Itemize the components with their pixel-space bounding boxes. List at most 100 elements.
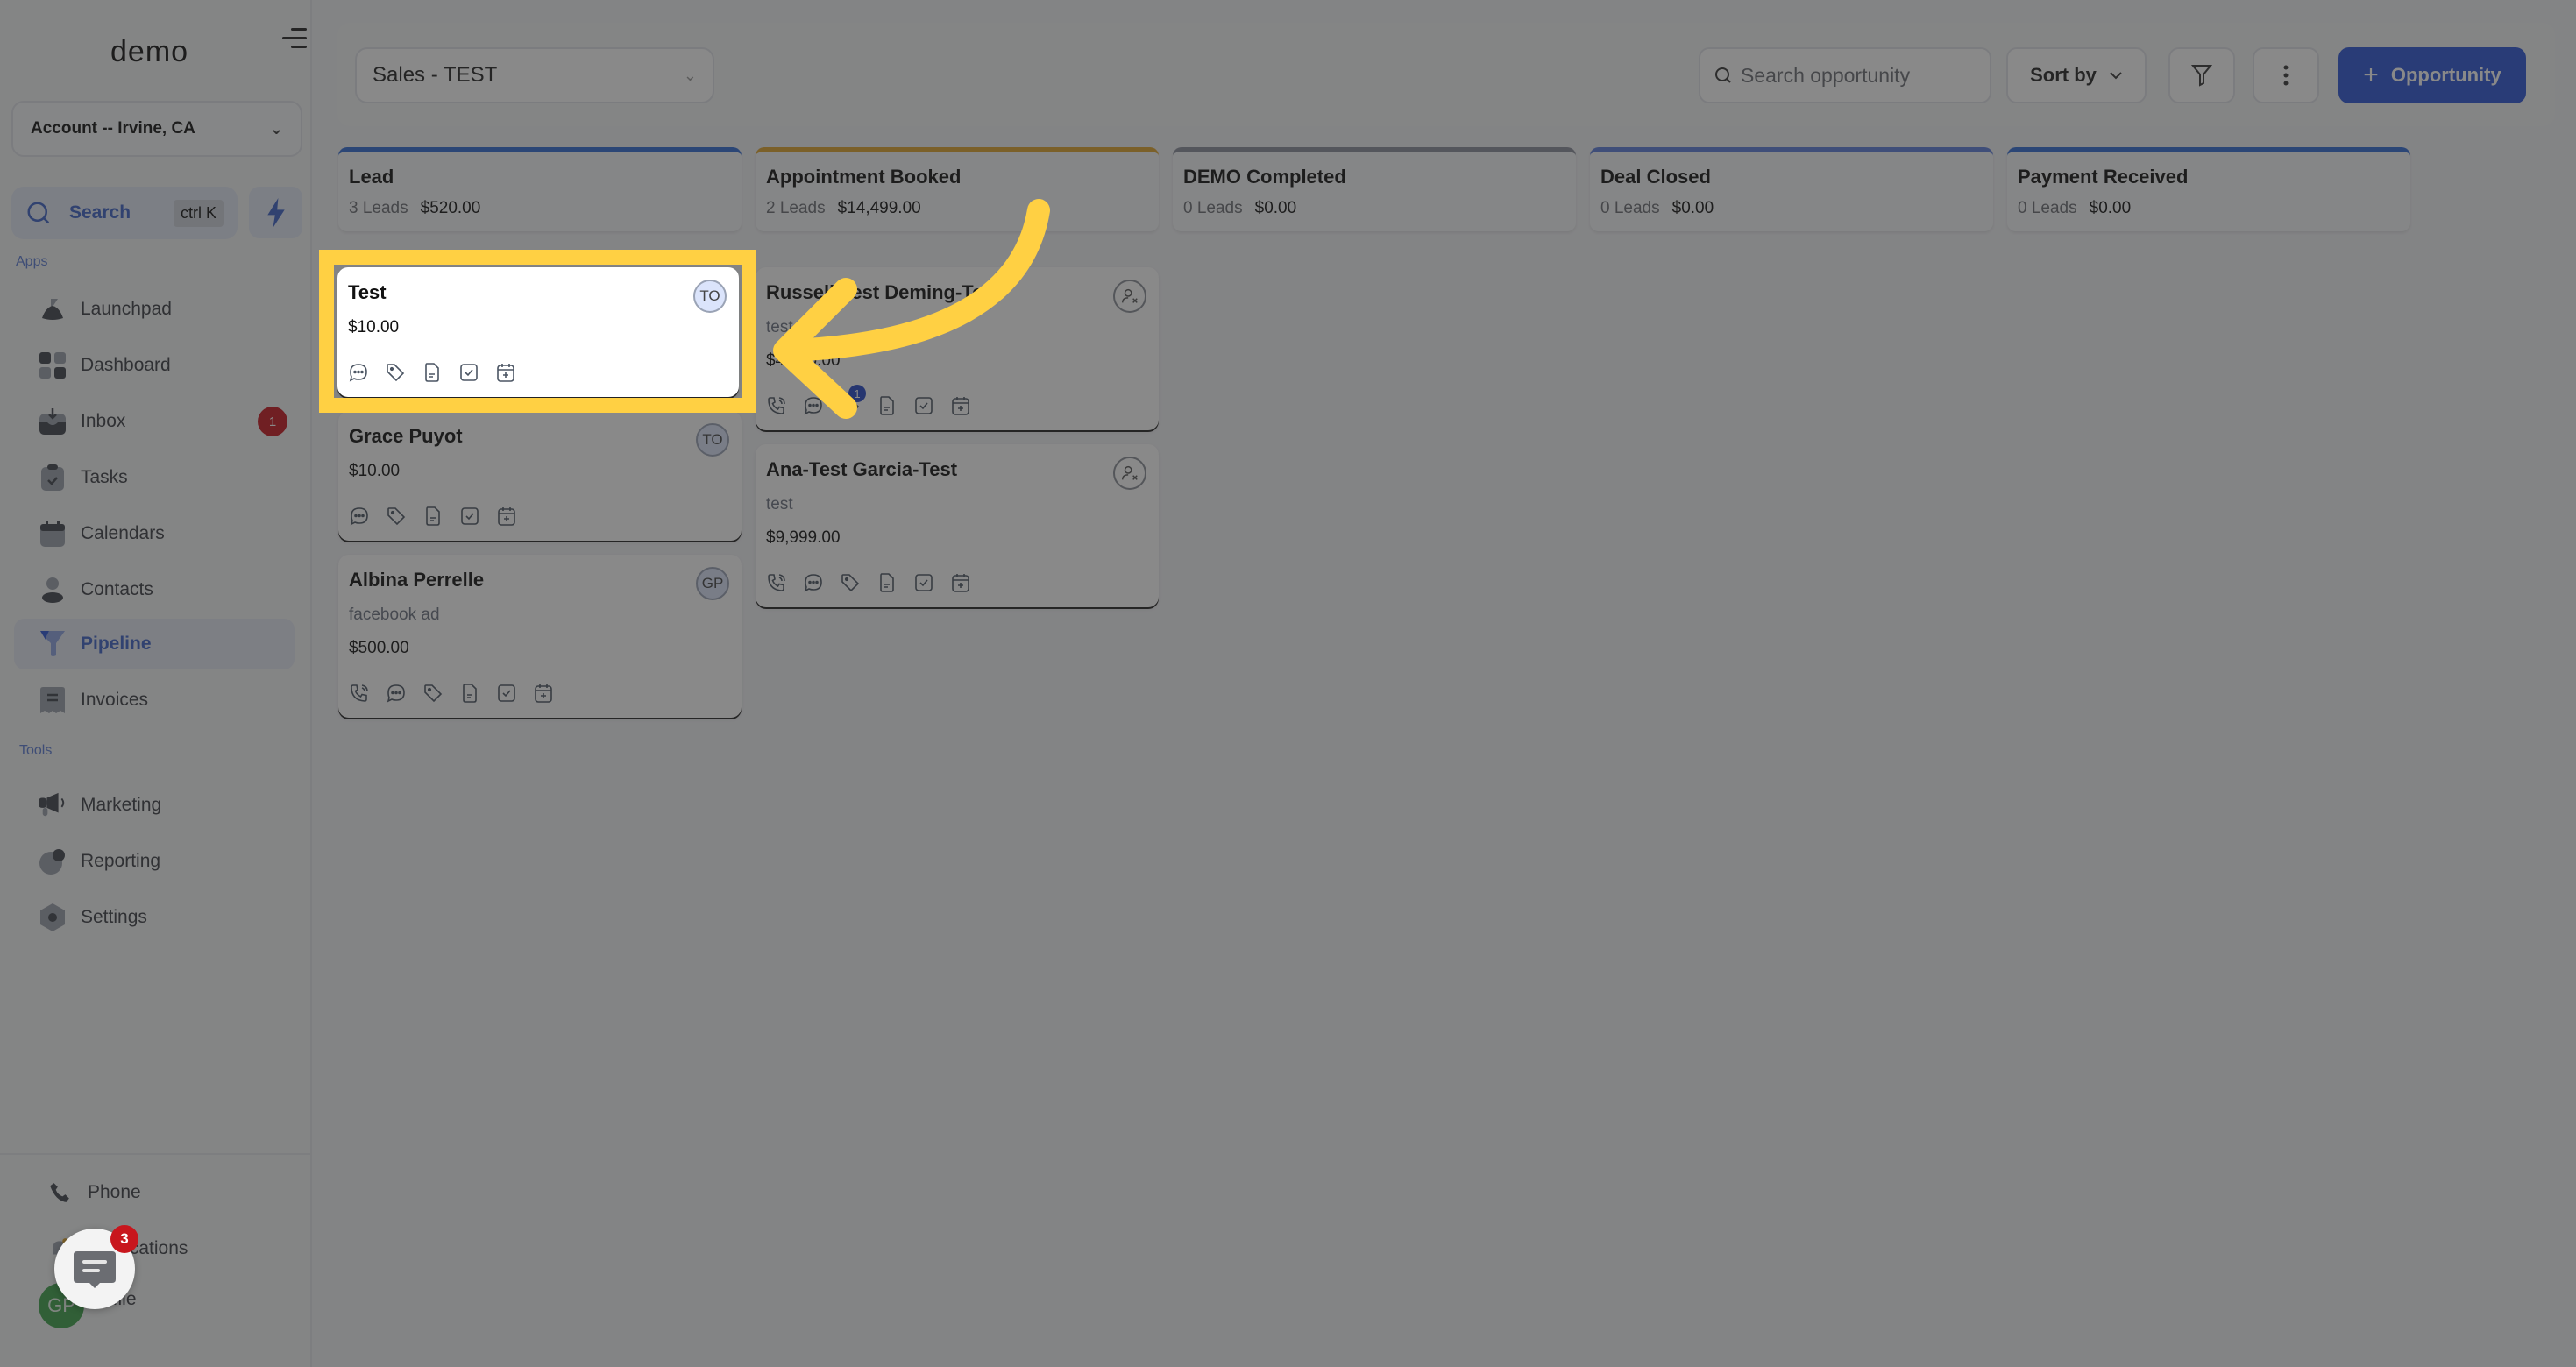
note-icon[interactable] — [422, 362, 443, 383]
sidebar-divider — [0, 1153, 312, 1155]
opportunity-source: test — [766, 318, 793, 336]
more-options-button[interactable] — [2253, 47, 2319, 103]
message-icon[interactable] — [803, 572, 824, 593]
calendar-add-icon[interactable] — [950, 395, 971, 416]
pipeline-select[interactable]: Sales - TEST ⌄ — [355, 47, 714, 103]
opportunity-card[interactable]: Test $10.00 TO — [337, 267, 739, 397]
tag-count-badge: 1 — [848, 385, 866, 402]
opportunity-search[interactable] — [1699, 47, 1991, 103]
sidebar-item-tasks[interactable]: Tasks — [14, 452, 295, 503]
calendar-add-icon[interactable] — [533, 683, 554, 704]
message-icon[interactable] — [386, 683, 407, 704]
opportunity-source: facebook ad — [349, 606, 440, 624]
logo: demo — [110, 35, 189, 68]
quick-actions-button[interactable] — [249, 187, 302, 238]
tag-icon[interactable]: 1 — [840, 385, 866, 416]
dashboard-icon — [39, 351, 67, 379]
phone-icon[interactable] — [766, 572, 787, 593]
megaphone-icon — [39, 791, 67, 819]
message-icon[interactable] — [348, 362, 369, 383]
opportunity-card[interactable]: Albina Perrelle facebook ad $500.00 GP — [338, 555, 742, 718]
column-count: 2 Leads — [766, 199, 826, 217]
opportunity-card[interactable]: Ana-Test Garcia-Test test $9,999.00 — [756, 444, 1159, 607]
note-icon[interactable] — [876, 395, 898, 416]
calendar-add-icon[interactable] — [496, 506, 517, 527]
note-icon[interactable] — [876, 572, 898, 593]
unassigned-owner-icon[interactable] — [1113, 280, 1146, 313]
lightning-icon — [266, 197, 285, 228]
opportunity-card[interactable]: Grace Puyot $10.00 TO — [338, 411, 742, 541]
column-summary: 0 Leads $0.00 — [1600, 199, 1983, 218]
card-actions — [349, 506, 731, 527]
search-icon — [1715, 67, 1731, 83]
unassigned-owner-icon[interactable] — [1113, 457, 1146, 490]
phone-icon[interactable] — [349, 683, 370, 704]
phone-icon[interactable] — [766, 395, 787, 416]
column-amount: $0.00 — [2089, 199, 2132, 217]
collapse-sidebar-button[interactable] — [282, 26, 307, 51]
chevron-down-icon: ⌄ — [683, 66, 697, 84]
tag-icon[interactable] — [385, 362, 406, 383]
opportunity-name: Grace Puyot — [349, 425, 463, 447]
card-actions — [349, 683, 731, 704]
sidebar-item-invoices[interactable]: Invoices — [14, 675, 295, 726]
search-shortcut: ctrl K — [173, 199, 224, 227]
opportunity-name: Test — [348, 281, 387, 303]
sidebar-item-marketing[interactable]: Marketing — [14, 780, 295, 831]
message-icon[interactable] — [349, 506, 370, 527]
global-search-button[interactable]: Search ctrl K — [11, 187, 238, 239]
column-count: 3 Leads — [349, 199, 408, 217]
add-opportunity-button[interactable]: + Opportunity — [2338, 47, 2526, 103]
tag-icon[interactable] — [422, 683, 444, 704]
chevron-down-icon: ⌄ — [269, 119, 283, 138]
column-title: Appointment Booked — [766, 166, 962, 188]
column-title: Payment Received — [2018, 166, 2189, 188]
phone-icon — [46, 1179, 74, 1207]
account-switcher[interactable]: Account -- Irvine, CA ⌄ — [11, 101, 302, 157]
opportunity-card[interactable]: Russell-Test Deming-Test test $4,500.00 1 — [756, 267, 1159, 430]
task-icon[interactable] — [913, 395, 934, 416]
sidebar-item-launchpad[interactable]: Launchpad — [14, 284, 295, 335]
tools-section-label: Tools — [19, 743, 53, 758]
sidebar-item-contacts[interactable]: Contacts — [14, 564, 295, 615]
sidebar-item-reporting[interactable]: Reporting — [14, 836, 295, 887]
sidebar-item-dashboard[interactable]: Dashboard — [14, 340, 295, 391]
sidebar-item-inbox[interactable]: Inbox 1 — [14, 396, 295, 447]
opportunity-search-input[interactable] — [1741, 63, 1969, 88]
opportunity-value: $4,500.00 — [766, 351, 841, 370]
opportunity-value: $9,999.00 — [766, 528, 841, 547]
opportunity-source: test — [766, 495, 793, 514]
task-icon[interactable] — [458, 362, 479, 383]
opportunity-value: $500.00 — [349, 639, 409, 657]
column-count: 0 Leads — [1600, 199, 1660, 217]
chat-widget-button[interactable]: 3 — [54, 1225, 138, 1309]
column-count: 0 Leads — [1183, 199, 1243, 217]
column-summary: 0 Leads $0.00 — [1183, 199, 1565, 218]
sidebar-item-settings[interactable]: Settings — [14, 892, 295, 943]
message-icon[interactable] — [803, 395, 824, 416]
column-header-lead: Lead 3 Leads $520.00 — [338, 147, 742, 231]
task-icon[interactable] — [913, 572, 934, 593]
owner-avatar[interactable]: GP — [696, 567, 729, 600]
column-amount: $14,499.00 — [837, 199, 921, 217]
sort-by-button[interactable]: Sort by — [2006, 47, 2147, 103]
owner-avatar[interactable]: TO — [693, 280, 727, 313]
card-actions: 1 — [766, 385, 1148, 416]
calendar-add-icon[interactable] — [950, 572, 971, 593]
column-count: 0 Leads — [2018, 199, 2077, 217]
card-actions — [348, 362, 728, 383]
note-icon[interactable] — [422, 506, 444, 527]
task-icon[interactable] — [496, 683, 517, 704]
sidebar-item-phone[interactable]: Phone — [14, 1167, 295, 1218]
inbox-icon — [39, 407, 67, 436]
owner-avatar[interactable]: TO — [696, 423, 729, 457]
chevron-down-icon — [2110, 72, 2122, 80]
calendar-add-icon[interactable] — [495, 362, 516, 383]
note-icon[interactable] — [459, 683, 480, 704]
tag-icon[interactable] — [840, 572, 861, 593]
task-icon[interactable] — [459, 506, 480, 527]
sidebar-item-calendars[interactable]: Calendars — [14, 508, 295, 559]
sidebar-item-pipeline[interactable]: Pipeline — [14, 619, 295, 669]
filter-button[interactable] — [2168, 47, 2235, 103]
tag-icon[interactable] — [386, 506, 407, 527]
